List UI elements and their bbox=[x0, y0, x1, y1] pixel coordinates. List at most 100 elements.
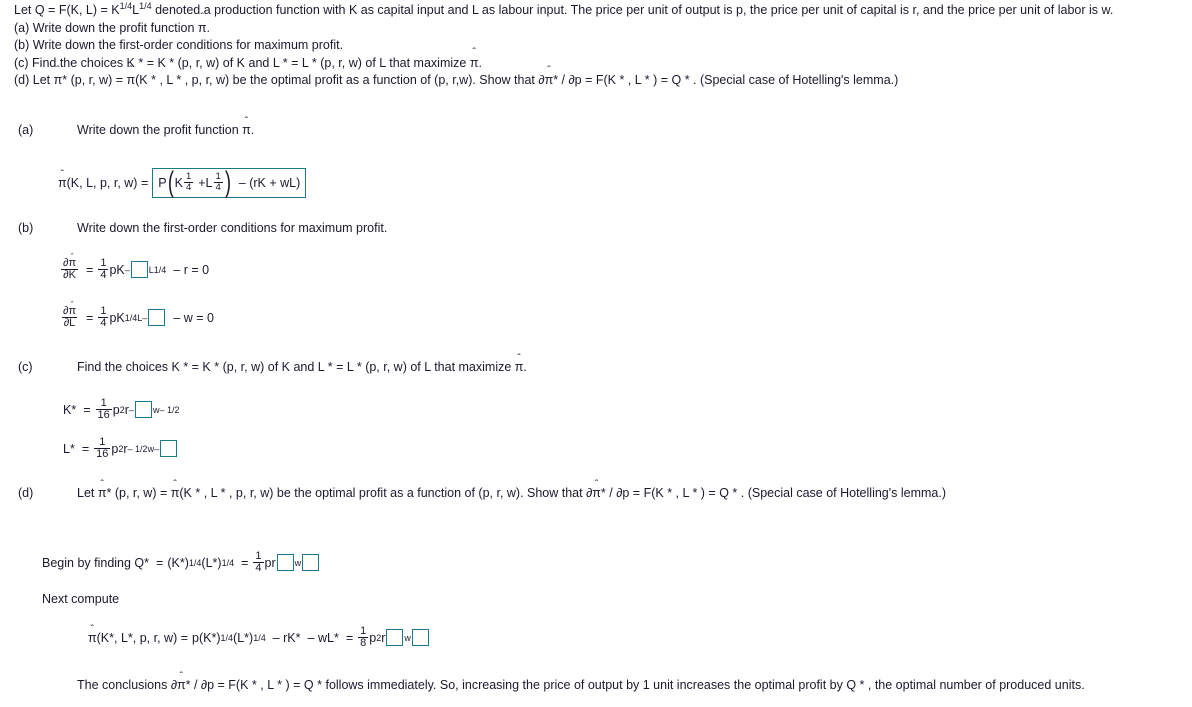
variable-K: K bbox=[68, 269, 76, 282]
equation-a: ˆ π (K, L, p, r, w) = P ( K14 + L14 ) – (r… bbox=[58, 166, 307, 199]
hat-accent-icon: ˆ bbox=[594, 478, 599, 490]
hat-accent-icon: ˆ bbox=[70, 251, 74, 262]
conclusion-3: , L bbox=[256, 678, 278, 692]
fraction-one-sixteenth: 1 16 bbox=[95, 397, 112, 422]
answer-input-box-b2[interactable] bbox=[148, 309, 166, 327]
section-prompt-d: Let ˆ π* (p, r, w) = ˆ π(K * , L * , p, r,… bbox=[77, 479, 946, 500]
section-label-c: (c) bbox=[18, 360, 33, 374]
problem-line-c-2: = K bbox=[143, 55, 170, 70]
partial-pi-hat-numerator: ∂ ˆ π bbox=[61, 300, 78, 317]
answer-input-box-d3[interactable] bbox=[386, 629, 404, 647]
equation-a-lhs: (K, L, p, r, w) = bbox=[66, 176, 149, 191]
problem-line-c-end: . bbox=[478, 55, 482, 70]
pi-hat-symbol: ˆπ bbox=[470, 48, 479, 73]
exponent-one-quarter-K: 14 bbox=[183, 171, 194, 194]
plus-sign: + bbox=[198, 175, 206, 190]
partial-L-denominator: ∂L bbox=[61, 317, 78, 330]
answer-input-box-d4[interactable] bbox=[411, 629, 429, 647]
section-prompt-a-end: . bbox=[250, 123, 255, 137]
problem-line-d-9: . (Special case of Hotelling's lemma.) bbox=[689, 73, 899, 87]
equation-begin-q-star: Begin by finding Q * = (K *) 1/4 (L *) 1/4 = 1… bbox=[42, 550, 320, 575]
section-prompt-a-text: Write down the profit function bbox=[77, 123, 243, 137]
pi-hat-symbol: ˆπ bbox=[515, 353, 524, 374]
problem-line-1: Let Q = F(K, L) = K1/4L1/4 denoted a pro… bbox=[14, 1, 1184, 20]
partial-derivative-L: ∂ ˆ π ∂L bbox=[61, 300, 78, 330]
section-prompt-d-5: , p, r, w) be the optimal profit as a fu… bbox=[225, 486, 587, 500]
hat-accent-icon: ˆ bbox=[517, 352, 521, 364]
conclusion-6: , the optimal number of produced units. bbox=[864, 678, 1085, 692]
fraction-one-fourth: 14 bbox=[98, 257, 109, 282]
problem-statement: Let Q = F(K, L) = K1/4L1/4 denoted a pro… bbox=[14, 1, 1184, 90]
hat-accent-icon: ˆ bbox=[100, 478, 104, 490]
term-pK: pK bbox=[109, 262, 125, 277]
pi-hat-symbol: ˆπ bbox=[177, 671, 186, 692]
answer-input-box-b1[interactable] bbox=[130, 261, 148, 279]
begin-label: Begin by finding Q bbox=[42, 555, 145, 570]
lhs-L: L bbox=[63, 441, 70, 456]
term-p-K: p(K bbox=[192, 630, 212, 645]
star-n6: * bbox=[333, 630, 339, 645]
section-prompt-d-8: ) = Q bbox=[697, 486, 733, 500]
conclusion-2: / ∂p = F(K bbox=[190, 678, 252, 692]
hat-accent-icon: ˆ bbox=[90, 623, 94, 635]
hat-accent-icon: ˆ bbox=[60, 169, 64, 180]
term-pK: pK bbox=[109, 310, 125, 325]
section-label-b: (b) bbox=[18, 221, 34, 235]
conclusion-5: follows immediately. So, increasing the … bbox=[322, 678, 860, 692]
pi-hat-symbol: ˆπ bbox=[54, 65, 63, 90]
equation-b1-tail: – r = 0 bbox=[173, 262, 210, 277]
fraction-one-fourth: 14 bbox=[98, 305, 109, 330]
problem-line-c-4: = L bbox=[287, 55, 312, 70]
section-prompt-c-1: Find the choices K bbox=[77, 360, 184, 374]
pi-hat-symbol: ˆπ bbox=[68, 252, 76, 269]
equation-next-compute: ˆ π (K * , L * , p, r, w) = p(K *) 1/4 (L *) 1/4 … bbox=[88, 623, 430, 650]
partial-derivative-K: ∂ ˆ π ∂K bbox=[61, 252, 78, 282]
equals-sign: = bbox=[86, 262, 94, 277]
section-prompt-b: Write down the first-order conditions fo… bbox=[77, 221, 388, 235]
conclusion-1: The conclusions bbox=[77, 678, 171, 692]
equation-a-answer-box: P ( K14 + L14 ) – (rK + wL) bbox=[152, 166, 307, 199]
problem-line-c-5: (p, r, w) of L that maximize bbox=[316, 55, 470, 70]
answer-input-box-d2[interactable] bbox=[302, 554, 320, 572]
section-prompt-d-3: (K bbox=[179, 486, 196, 500]
problem-line-d-5: , p, r, w) be the optimal profit as a fu… bbox=[181, 73, 539, 87]
equation-b2: ∂ ˆ π ∂L = 14 pK 1/4 L – – w = 0 bbox=[61, 299, 214, 330]
pi-hat-symbol: ˆπ bbox=[98, 479, 107, 500]
problem-line-d: (d) Let ˆ π* (p, r, w) = ˆ π(K * , L * , p… bbox=[14, 65, 1184, 90]
variable-L: L bbox=[69, 317, 76, 330]
l-open: (L bbox=[233, 630, 245, 645]
section-prompt-c-end: . bbox=[523, 360, 527, 374]
section-label-d: (d) bbox=[18, 486, 34, 500]
problem-line-d-8: ) = Q bbox=[649, 73, 685, 87]
fraction-one-fourth: 14 bbox=[253, 550, 264, 575]
minus-wL-term: – wL bbox=[307, 630, 334, 645]
problem-line-d-6: / ∂p = F(K bbox=[558, 73, 620, 87]
section-prompt-c: Find the choices K * = K * (p, r, w) of … bbox=[77, 353, 527, 374]
section-prompt-d-2: (p, r, w) = bbox=[111, 486, 171, 500]
partial-pi-hat: ∂ ˆ π bbox=[538, 65, 553, 87]
problem-line-d-7: , L bbox=[624, 73, 645, 87]
pi-hat-symbol: ˆπ bbox=[58, 170, 67, 191]
equals-sign-2: = bbox=[241, 555, 249, 570]
section-prompt-d-9: . (Special case of Hotelling's lemma.) bbox=[737, 486, 946, 500]
left-paren-icon: ( bbox=[167, 166, 174, 199]
worksheet-page: Let Q = F(K, L) = K1/4L1/4 denoted a pro… bbox=[0, 0, 1192, 707]
term-pr: pr bbox=[264, 555, 276, 570]
conclusion-4: ) = Q bbox=[282, 678, 318, 692]
section-prompt-d-1: Let bbox=[77, 486, 98, 500]
equals-sign: = bbox=[81, 441, 90, 456]
equation-c1: K * = 1 16 p 2 r – w – 1/2 bbox=[63, 397, 180, 422]
answer-input-box-c2[interactable] bbox=[160, 440, 178, 458]
variable-r: r bbox=[123, 441, 128, 456]
base-K: K bbox=[174, 175, 183, 190]
equation-a-tail: – (rK + wL) bbox=[238, 175, 301, 190]
problem-line-d-1: (d) Let bbox=[14, 73, 54, 87]
variable-p: p bbox=[369, 630, 377, 645]
answer-input-box-c1[interactable] bbox=[134, 401, 152, 419]
problem-line-a-end: . bbox=[206, 20, 210, 35]
answer-input-box-d1[interactable] bbox=[276, 554, 294, 572]
problem-line-a: (a) Write down the profit function ˆ π. bbox=[14, 13, 1184, 38]
pi-hat-symbol: ˆπ bbox=[127, 65, 136, 90]
problem-line-a-text: (a) Write down the profit function bbox=[14, 20, 198, 35]
equation-c2: L * = 1 16 p 2 r – 1/2 w – bbox=[63, 436, 178, 461]
